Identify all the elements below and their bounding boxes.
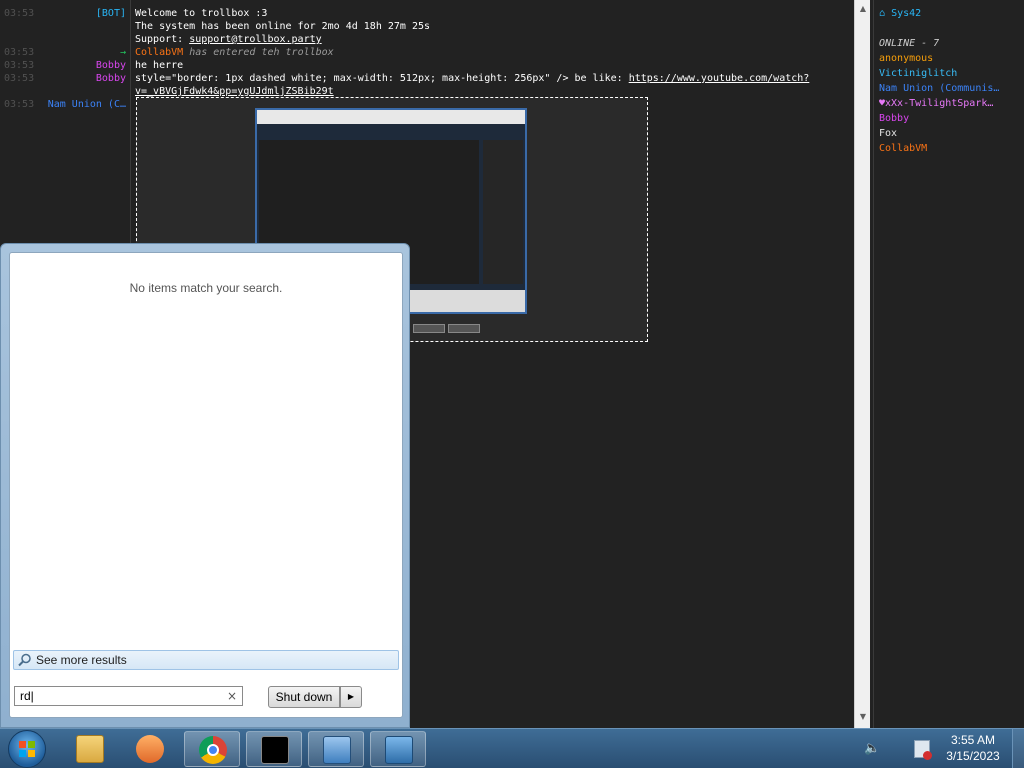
clock-date: 3/15/2023	[946, 749, 1000, 763]
clock-time: 3:55 AM	[950, 733, 996, 747]
message-text: The system has been online for 2mo 4d 18…	[135, 21, 431, 32]
thumbnail-titlebar	[257, 110, 525, 124]
scroll-up-icon[interactable]: ▲	[858, 4, 868, 14]
start-menu: No items match your search. See more res…	[0, 243, 410, 728]
user-item[interactable]: anonymous	[879, 51, 933, 66]
message-user[interactable]: CollabVM	[135, 47, 183, 58]
message-prefix: style="border: 1px dashed white; max-wid…	[135, 73, 629, 84]
user-item[interactable]: Nam Union (Communis…	[879, 81, 999, 96]
show-desktop-button[interactable]	[1012, 729, 1024, 768]
file-explorer-button[interactable]	[62, 731, 118, 767]
network-error-icon	[923, 751, 932, 760]
message-text: Support: support@trollbox.party	[135, 33, 322, 46]
message-text: CollabVM has entered teh trollbox	[135, 46, 334, 59]
see-more-results-button[interactable]: See more results	[13, 650, 399, 670]
search-icon	[18, 653, 31, 667]
message-text: he herre	[135, 60, 184, 71]
user-item[interactable]: Bobby	[879, 111, 909, 126]
message-time: 03:53	[4, 8, 35, 19]
network-monitor-icon	[323, 736, 351, 764]
youtube-link[interactable]: https://www.youtube.com/watch?	[629, 73, 810, 84]
join-text: has entered teh trollbox	[189, 47, 334, 58]
message-prefix: Support:	[135, 34, 190, 45]
thumbnail-button	[413, 324, 445, 333]
user-item[interactable]: CollabVM	[879, 141, 927, 156]
remote-desktop-icon	[385, 736, 413, 764]
join-arrow-icon: →	[119, 47, 126, 58]
clear-search-icon[interactable]: ×	[227, 687, 237, 705]
user-item[interactable]: Victiniglitch	[879, 66, 957, 81]
user-item[interactable]: Fox	[879, 126, 897, 141]
support-email-link[interactable]: support@trollbox.party	[189, 34, 321, 45]
command-prompt-button[interactable]	[246, 731, 302, 767]
message-nick[interactable]: Nam Union (C…	[40, 98, 126, 111]
message-time: 03:53	[4, 73, 35, 84]
online-count: ONLINE - 7	[879, 38, 940, 49]
volume-icon[interactable]: 🔈	[864, 741, 882, 757]
shutdown-options-arrow-icon[interactable]: ▶	[340, 686, 362, 708]
media-player-button[interactable]	[122, 731, 178, 767]
message-time: 03:53	[4, 60, 35, 71]
see-more-label: See more results	[36, 653, 127, 667]
room-name: Sys42	[891, 8, 922, 19]
no-results-message: No items match your search.	[129, 281, 283, 295]
bot-icon: ⌂	[879, 8, 886, 19]
message-nick[interactable]: Bobby	[40, 59, 126, 72]
chrome-button[interactable]	[184, 731, 240, 767]
network-status-icon[interactable]	[914, 740, 932, 760]
user-item[interactable]: ♥xXx-TwilightSpark…	[879, 96, 993, 111]
user-list: ⌂ Sys42 ONLINE - 7 anonymous Victiniglit…	[873, 0, 1024, 728]
chrome-icon	[199, 736, 227, 764]
network-monitor-button[interactable]	[308, 731, 364, 767]
text-cursor: |	[30, 689, 34, 703]
shut-down-button[interactable]: Shut down	[268, 686, 340, 708]
search-value: rd	[20, 689, 31, 703]
chat-scrollbar[interactable]: ▲ ▼	[854, 0, 870, 728]
message-nick[interactable]: Bobby	[40, 72, 126, 85]
scroll-down-icon[interactable]: ▼	[858, 712, 868, 722]
message-text: style="border: 1px dashed white; max-wid…	[135, 72, 809, 85]
remote-desktop-button[interactable]	[370, 731, 426, 767]
start-search-input[interactable]: rd| ×	[14, 686, 243, 706]
windows-logo-icon	[19, 741, 35, 757]
message-text: Welcome to trollbox :3	[135, 8, 268, 19]
taskbar-clock[interactable]: 3:55 AM 3/15/2023	[940, 732, 1006, 764]
chrome-center-icon	[207, 744, 219, 756]
media-player-icon	[136, 735, 164, 763]
message-nick[interactable]: [BOT]	[40, 7, 126, 20]
message-time: 03:53	[4, 47, 35, 58]
thumbnail-button	[448, 324, 480, 333]
file-explorer-icon	[76, 735, 104, 763]
message-time: 03:53	[4, 99, 35, 110]
start-orb-icon[interactable]	[8, 730, 46, 768]
thumbnail-sidebar	[483, 140, 523, 284]
search-results-panel: No items match your search.	[9, 252, 403, 718]
taskbar: 🔈 3:55 AM 3/15/2023	[0, 728, 1024, 768]
room-title[interactable]: ⌂ Sys42	[879, 6, 921, 21]
thumbnail-buttons	[413, 324, 483, 336]
command-prompt-icon	[261, 736, 289, 764]
